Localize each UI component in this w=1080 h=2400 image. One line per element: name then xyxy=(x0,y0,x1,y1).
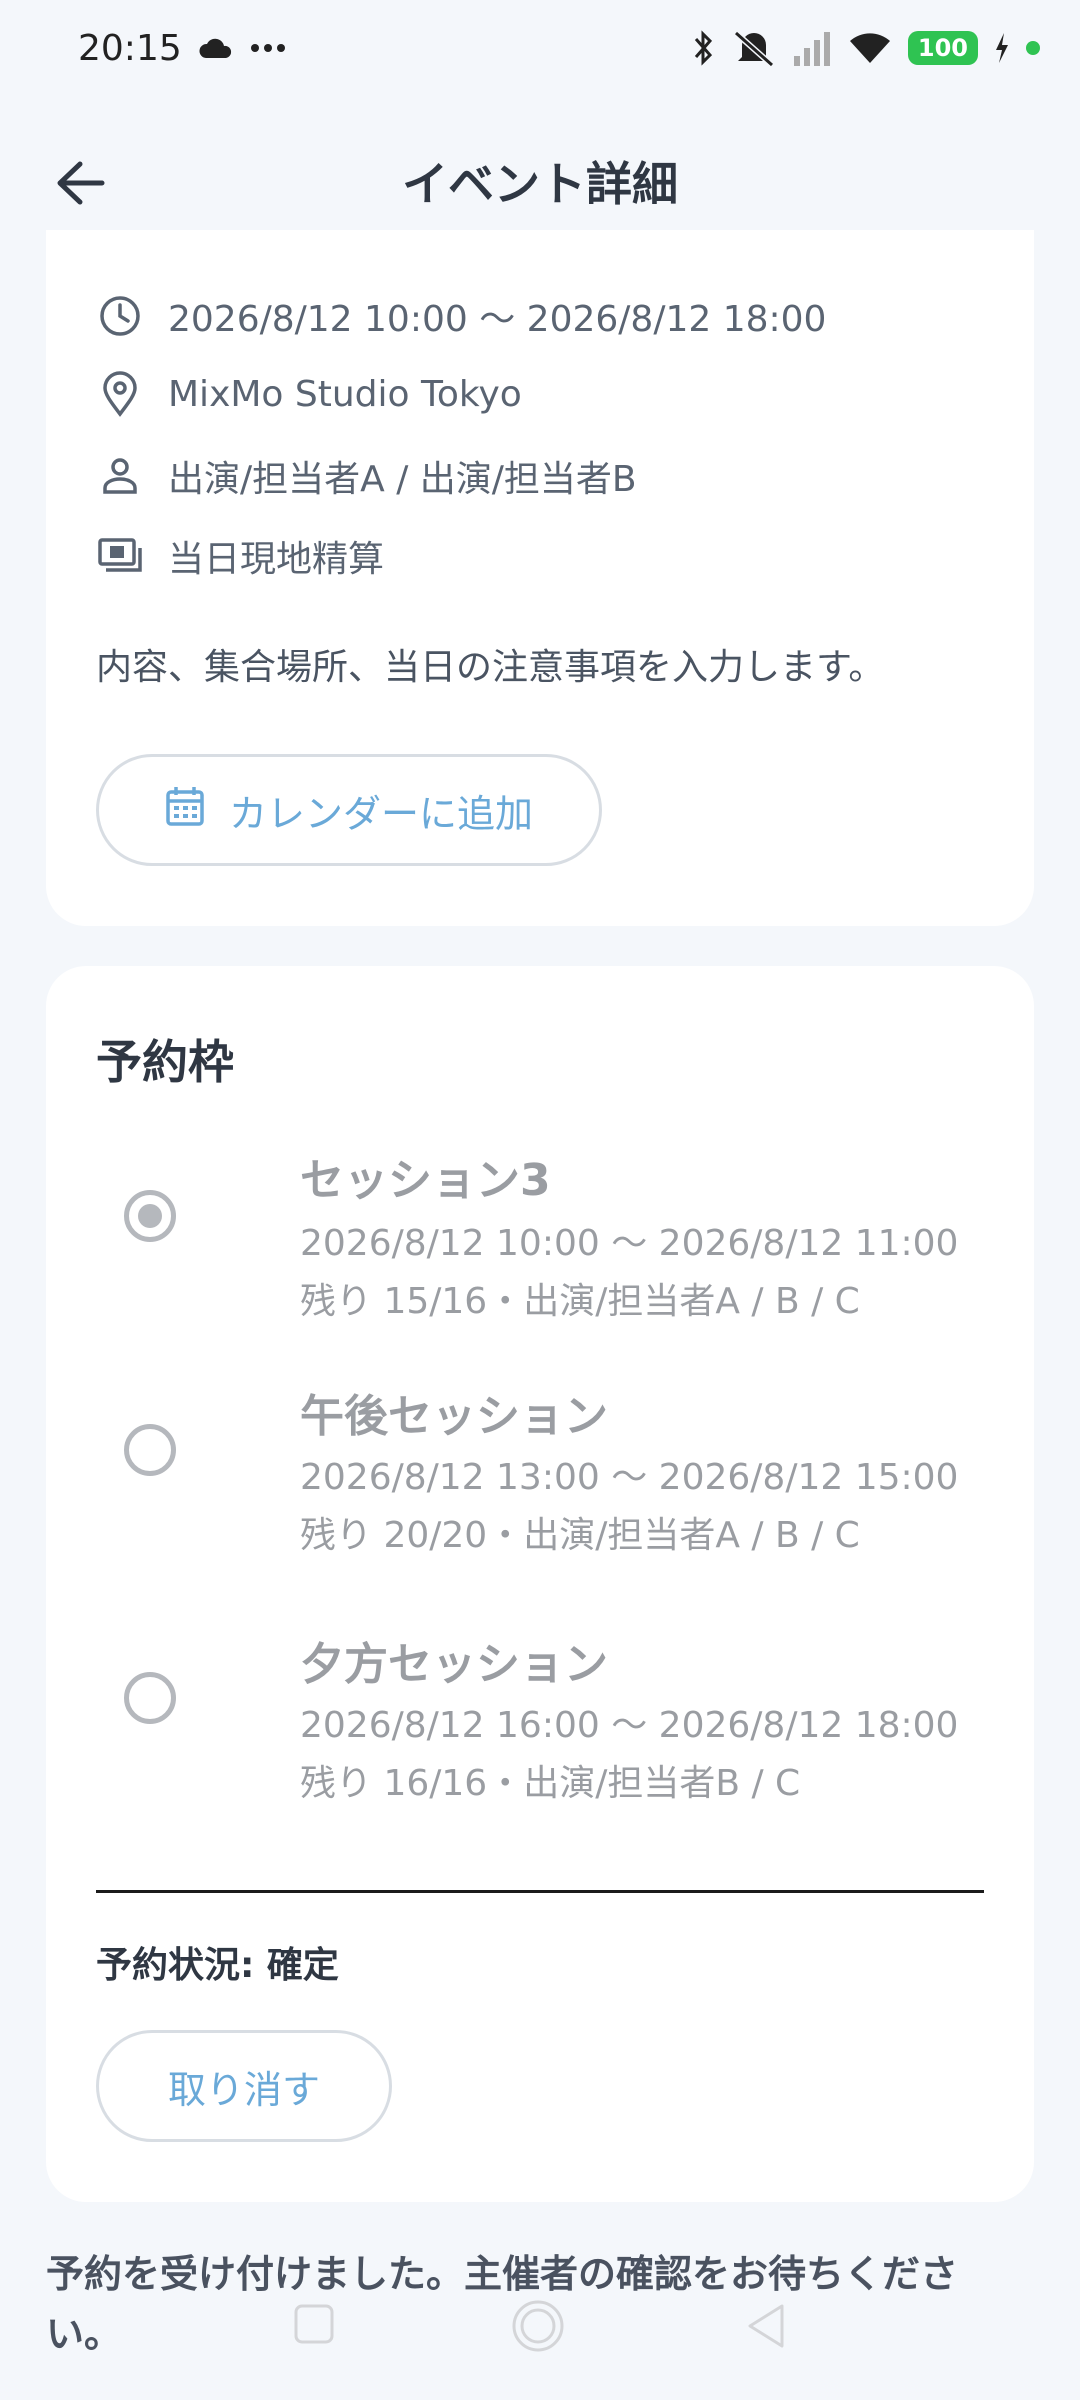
slot-detail: 残り 15/16・出演/担当者A / B / C xyxy=(300,1281,860,1322)
status-dot xyxy=(1026,41,1040,55)
event-performers: 出演/担当者A / 出演/担当者B xyxy=(168,459,637,500)
event-performers-row: 出演/担当者A / 出演/担当者B xyxy=(96,450,637,502)
calendar-icon xyxy=(165,785,205,836)
wifi-icon xyxy=(849,33,890,63)
cloud-icon xyxy=(199,38,231,58)
status-time: 20:15 xyxy=(78,27,182,69)
event-location-row: MixMo Studio Tokyo xyxy=(96,370,522,418)
location-pin-icon xyxy=(96,370,144,418)
event-payment: 当日現地精算 xyxy=(168,539,385,580)
event-description: 内容、集合場所、当日の注意事項を入力します。 xyxy=(96,647,885,688)
battery-indicator: 100 xyxy=(907,31,978,65)
slot-title: 午後セッション xyxy=(300,1391,608,1442)
back-nav-icon[interactable] xyxy=(744,2302,788,2350)
event-location: MixMo Studio Tokyo xyxy=(168,373,522,415)
charging-icon xyxy=(996,33,1008,63)
slot-time: 2026/8/12 13:00 〜 2026/8/12 15:00 xyxy=(300,1457,959,1498)
recents-icon[interactable] xyxy=(292,2302,336,2346)
divider xyxy=(96,1890,984,1893)
more-icon xyxy=(250,44,285,52)
status-bar: 20:15 100 xyxy=(0,0,1080,96)
add-to-calendar-label: カレンダーに追加 xyxy=(228,791,533,836)
clock-icon xyxy=(96,292,144,340)
slot-radio[interactable] xyxy=(124,1424,176,1476)
slot-time: 2026/8/12 16:00 〜 2026/8/12 18:00 xyxy=(300,1705,959,1746)
event-datetime: 2026/8/12 10:00 〜 2026/8/12 18:00 xyxy=(168,299,827,340)
slot-title: 夕方セッション xyxy=(300,1639,608,1690)
home-icon[interactable] xyxy=(510,2298,566,2354)
reservation-status: 予約状況: 確定 xyxy=(96,1945,339,1986)
bluetooth-icon xyxy=(694,30,712,66)
system-nav-bar xyxy=(0,2296,1080,2366)
slot-radio[interactable] xyxy=(124,1672,176,1724)
reservation-card: 予約枠 セッション3 2026/8/12 10:00 〜 2026/8/12 1… xyxy=(46,966,1034,2202)
event-info-card: 2026/8/12 10:00 〜 2026/8/12 18:00 MixMo … xyxy=(46,230,1034,926)
signal-icon xyxy=(793,32,830,66)
payment-icon xyxy=(96,532,144,580)
add-to-calendar-button[interactable]: カレンダーに追加 xyxy=(96,754,602,866)
cancel-reservation-button[interactable]: 取り消す xyxy=(96,2030,392,2142)
event-payment-row: 当日現地精算 xyxy=(96,530,384,582)
slot-time: 2026/8/12 10:00 〜 2026/8/12 11:00 xyxy=(300,1223,959,1264)
slot-detail: 残り 20/20・出演/担当者A / B / C xyxy=(300,1515,860,1556)
event-datetime-row: 2026/8/12 10:00 〜 2026/8/12 18:00 xyxy=(96,290,826,342)
slot-title: セッション3 xyxy=(300,1155,551,1206)
slot-detail: 残り 16/16・出演/担当者B / C xyxy=(300,1763,801,1804)
reservation-section-title: 予約枠 xyxy=(96,1035,234,1089)
mute-icon xyxy=(733,30,774,67)
slot-radio-selected[interactable] xyxy=(124,1190,176,1242)
person-icon xyxy=(96,452,144,500)
page-title: イベント詳細 xyxy=(402,157,678,211)
arrow-left-icon[interactable] xyxy=(52,158,108,208)
